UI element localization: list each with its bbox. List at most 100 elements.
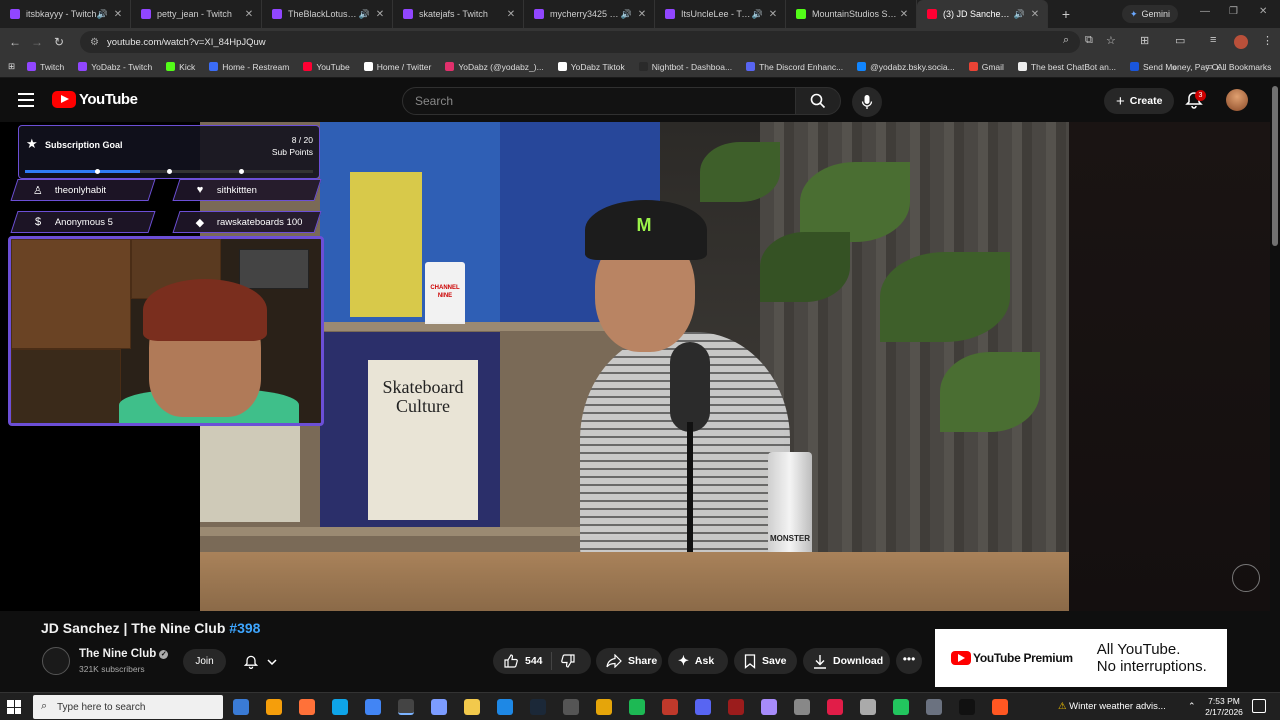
like-button[interactable] bbox=[503, 653, 519, 669]
youtube-premium-banner[interactable]: YouTube Premium All YouTube. No interrup… bbox=[935, 629, 1227, 687]
weather-widget[interactable]: ⚠ Winter weather advis... bbox=[1058, 701, 1166, 712]
tray-chevron-icon[interactable]: ⌃ bbox=[1188, 701, 1196, 712]
site-info-icon[interactable]: ⚙ bbox=[90, 37, 99, 48]
browser-tab[interactable]: itsbkayyy - Twitch 🔊 ✕ bbox=[0, 0, 131, 28]
media-controls-icon[interactable]: ≡ bbox=[1210, 34, 1216, 46]
taskbar-app-icon[interactable] bbox=[365, 699, 381, 715]
tab-audio-icon[interactable]: 🔊 bbox=[621, 9, 632, 20]
taskbar-app-icon[interactable] bbox=[860, 699, 876, 715]
bookmark-item[interactable]: The best ChatBot an... bbox=[1017, 62, 1116, 72]
new-tab-button[interactable]: + bbox=[1056, 6, 1076, 22]
taskbar-app-icon[interactable] bbox=[728, 699, 744, 715]
channel-watermark[interactable] bbox=[1232, 564, 1260, 592]
more-bookmarks-icon[interactable]: » bbox=[1172, 62, 1177, 72]
tab-close-icon[interactable]: ✕ bbox=[112, 9, 124, 20]
bookmark-item[interactable]: Gmail bbox=[968, 62, 1004, 72]
create-button[interactable]: + Create bbox=[1104, 88, 1175, 114]
download-button[interactable]: Download bbox=[803, 648, 890, 674]
scrollbar-thumb[interactable] bbox=[1272, 86, 1278, 246]
side-panel-icon[interactable]: ▭ bbox=[1175, 34, 1185, 47]
reload-icon[interactable]: ↻ bbox=[48, 35, 70, 49]
taskbar-app-icon[interactable] bbox=[992, 699, 1008, 715]
taskbar-app-icon[interactable] bbox=[233, 699, 249, 715]
ask-button[interactable]: ✦ Ask bbox=[668, 648, 728, 674]
tab-audio-icon[interactable]: 🔊 bbox=[97, 9, 108, 20]
minimize-icon[interactable]: — bbox=[1200, 6, 1210, 17]
browser-tab[interactable]: ItsUncleLee - Twitch🔊 ✕ bbox=[655, 0, 786, 28]
taskbar-app-icon[interactable] bbox=[926, 699, 942, 715]
taskbar-app-icon[interactable] bbox=[497, 699, 513, 715]
browser-tab[interactable]: TheBlackLotus12 - Tw🔊 ✕ bbox=[262, 0, 393, 28]
bookmark-item[interactable]: @yodabz.bsky.socia... bbox=[857, 62, 955, 72]
extensions-icon[interactable]: ⊞ bbox=[1140, 34, 1149, 47]
taskbar-app-icon[interactable] bbox=[530, 699, 546, 715]
account-avatar[interactable] bbox=[1226, 89, 1248, 111]
taskbar-app-icon[interactable] bbox=[464, 699, 480, 715]
tab-close-icon[interactable]: ✕ bbox=[374, 9, 386, 20]
video-player[interactable]: CHANNEL NINE Skateboard Culture M MONSTE… bbox=[0, 122, 1270, 611]
tab-audio-icon[interactable]: 🔊 bbox=[359, 9, 370, 20]
windows-start-icon[interactable] bbox=[7, 700, 21, 714]
save-button[interactable]: Save bbox=[734, 648, 797, 674]
taskbar-app-icon[interactable] bbox=[662, 699, 678, 715]
channel-name-link[interactable]: The Nine Club ✓ bbox=[79, 648, 169, 660]
notification-center-icon[interactable] bbox=[1252, 699, 1266, 713]
channel-avatar[interactable] bbox=[42, 647, 70, 675]
taskbar-app-icon[interactable] bbox=[431, 699, 447, 715]
browser-tab[interactable]: petty_jean - Twitch ✕ bbox=[131, 0, 262, 28]
install-app-icon[interactable]: ⧉ bbox=[1085, 34, 1093, 47]
taskbar-app-icon[interactable] bbox=[695, 699, 711, 715]
address-bar[interactable]: ⚙ youtube.com/watch?v=XI_84HpJQuw bbox=[80, 31, 1080, 53]
browser-tab[interactable]: (3) JD Sanchez | The🔊 ✕ bbox=[917, 0, 1048, 28]
taskbar-app-icon[interactable] bbox=[959, 699, 975, 715]
back-icon[interactable]: ← bbox=[4, 35, 26, 49]
search-button[interactable] bbox=[795, 87, 841, 115]
tab-close-icon[interactable]: ✕ bbox=[898, 9, 910, 20]
taskbar-search-input[interactable]: ⌕ Type here to search bbox=[33, 695, 223, 719]
join-button[interactable]: Join bbox=[183, 649, 226, 674]
bookmark-item[interactable]: Home - Restream bbox=[209, 62, 289, 72]
thumbs-down-icon[interactable] bbox=[560, 653, 576, 669]
page-scrollbar[interactable] bbox=[1270, 78, 1280, 692]
video-hashtag-link[interactable]: #398 bbox=[229, 620, 260, 636]
maximize-icon[interactable]: ❐ bbox=[1229, 6, 1238, 17]
bookmark-item[interactable]: Twitch bbox=[27, 62, 64, 72]
menu-icon[interactable]: ⋮ bbox=[1262, 34, 1273, 47]
tab-close-icon[interactable]: ✕ bbox=[767, 9, 779, 20]
subscription-notify-button[interactable] bbox=[233, 649, 287, 674]
taskbar-app-icon[interactable] bbox=[266, 699, 282, 715]
close-window-icon[interactable]: ✕ bbox=[1259, 6, 1267, 17]
like-count[interactable]: 544 bbox=[525, 655, 543, 667]
bookmark-item[interactable]: YoDabz Tiktok bbox=[557, 62, 625, 72]
hamburger-menu-icon[interactable] bbox=[18, 93, 34, 107]
youtube-logo[interactable]: YouTube bbox=[52, 91, 138, 108]
all-bookmarks-button[interactable]: ▭ All Bookmarks bbox=[1205, 61, 1271, 72]
tab-close-icon[interactable]: ✕ bbox=[505, 9, 517, 20]
bookmark-item[interactable]: YoDabz - Twitch bbox=[78, 62, 152, 72]
forward-icon[interactable]: → bbox=[26, 35, 48, 49]
tab-close-icon[interactable]: ✕ bbox=[1029, 9, 1041, 20]
bookmark-item[interactable]: Home / Twitter bbox=[363, 62, 431, 72]
bookmark-item[interactable]: YoDabz (@yodabz_)... bbox=[445, 62, 544, 72]
browser-tab[interactable]: mycherry3425 - Twi 🔊 ✕ bbox=[524, 0, 655, 28]
taskbar-app-icon[interactable] bbox=[794, 699, 810, 715]
taskbar-app-icon[interactable] bbox=[827, 699, 843, 715]
taskbar-app-icon[interactable] bbox=[629, 699, 645, 715]
browser-tab[interactable]: MountainStudios Strea ✕ bbox=[786, 0, 917, 28]
taskbar-app-icon[interactable] bbox=[761, 699, 777, 715]
apps-icon[interactable]: ⊞ bbox=[8, 61, 15, 72]
tab-audio-icon[interactable]: 🔊 bbox=[752, 9, 763, 20]
bookmark-item[interactable]: Nightbot - Dashboa... bbox=[638, 62, 732, 72]
bookmark-item[interactable]: Kick bbox=[166, 62, 195, 72]
voice-search-button[interactable] bbox=[852, 87, 882, 117]
taskbar-clock[interactable]: 7:53 PM 2/17/2026 bbox=[1201, 696, 1247, 718]
gemini-button[interactable]: ✦ Gemini bbox=[1122, 5, 1179, 23]
tab-audio-icon[interactable]: 🔊 bbox=[1014, 9, 1025, 20]
taskbar-app-icon[interactable] bbox=[596, 699, 612, 715]
taskbar-app-icon[interactable] bbox=[332, 699, 348, 715]
profile-icon[interactable] bbox=[1234, 35, 1248, 49]
tab-close-icon[interactable]: ✕ bbox=[636, 9, 648, 20]
bookmark-item[interactable]: The Discord Enhanc... bbox=[746, 62, 843, 72]
browser-tab[interactable]: skatejafs - Twitch ✕ bbox=[393, 0, 524, 28]
taskbar-app-icon[interactable] bbox=[893, 699, 909, 715]
